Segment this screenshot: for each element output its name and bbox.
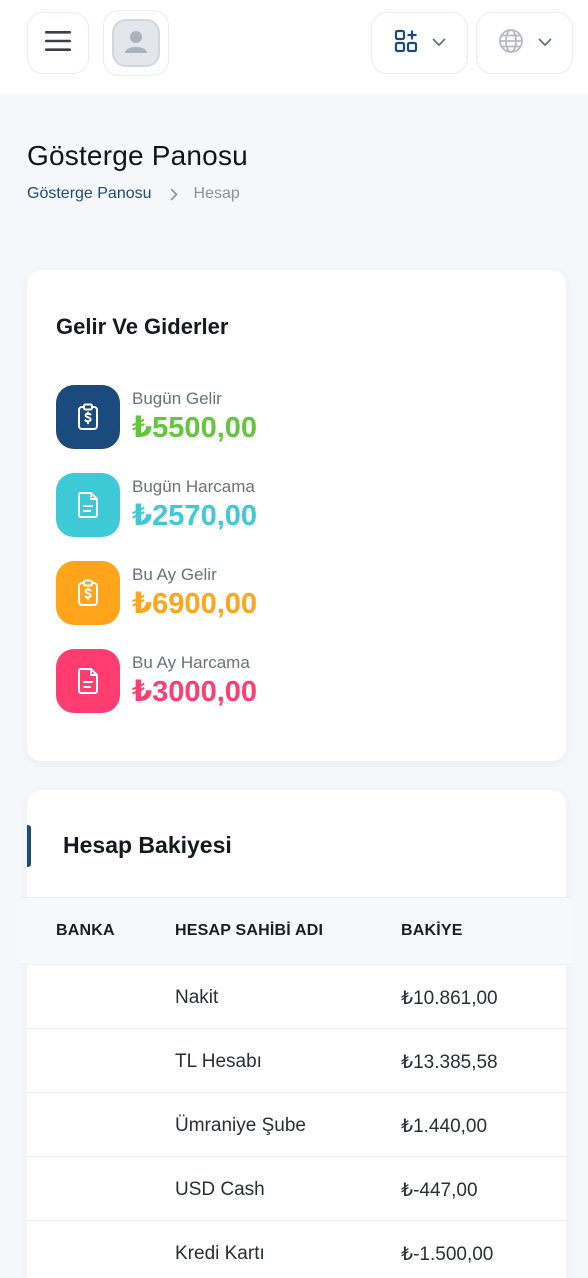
account-balance-card: Hesap Bakiyesi BANKA HESAP SAHİBİ ADI BA…	[20, 790, 573, 1278]
cell-holder: Kredi Kartı	[175, 1243, 265, 1264]
stat-label: Bugün Gelir	[132, 389, 222, 408]
user-avatar-icon	[122, 27, 150, 60]
apps-dropdown-button[interactable]	[371, 12, 468, 74]
table-row[interactable]: Nakit ₺10.861,00	[27, 965, 566, 1029]
stat-today-expense: Bugün Harcama ₺2570,00	[56, 473, 257, 537]
globe-icon	[498, 28, 524, 59]
card-title: Gelir Ve Giderler	[56, 314, 229, 339]
title-accent-bar	[27, 825, 31, 867]
cell-balance: ₺1.440,00	[401, 1116, 488, 1137]
file-document-icon	[56, 649, 120, 713]
page-title: Gösterge Panosu	[27, 140, 248, 171]
stat-label: Bu Ay Harcama	[132, 653, 250, 672]
stat-value: ₺5500,00	[132, 412, 258, 444]
file-document-icon	[56, 473, 120, 537]
stat-value: ₺6900,00	[132, 588, 258, 620]
breadcrumb-current: Hesap	[193, 185, 240, 202]
cell-holder: USD Cash	[175, 1179, 265, 1200]
income-expense-card: Gelir Ve Giderler Bugün Gelir ₺5500,00 B…	[27, 270, 566, 761]
column-header-bank: BANKA	[56, 922, 115, 939]
clipboard-dollar-icon	[56, 385, 120, 449]
column-header-holder: HESAP SAHİBİ ADI	[175, 922, 324, 939]
breadcrumb: Gösterge Panosu Hesap	[27, 185, 240, 203]
hamburger-icon	[44, 30, 72, 57]
menu-button[interactable]	[27, 12, 89, 74]
cell-balance: ₺13.385,58	[401, 1052, 498, 1073]
apps-grid-icon	[394, 29, 418, 58]
stat-month-income: Bu Ay Gelir ₺6900,00	[56, 561, 257, 625]
stat-label: Bugün Harcama	[132, 477, 255, 496]
clipboard-dollar-icon	[56, 561, 120, 625]
cell-holder: TL Hesabı	[175, 1051, 262, 1072]
chevron-down-icon	[432, 34, 446, 52]
stat-today-income: Bugün Gelir ₺5500,00	[56, 385, 257, 449]
profile-button[interactable]	[103, 10, 169, 76]
top-bar	[0, 0, 588, 94]
breadcrumb-link-dashboard[interactable]: Gösterge Panosu	[27, 185, 152, 203]
cell-balance: ₺-447,00	[401, 1180, 478, 1201]
column-header-balance: BAKİYE	[401, 922, 463, 939]
stat-label: Bu Ay Gelir	[132, 565, 217, 584]
table-row[interactable]: TL Hesabı ₺13.385,58	[27, 1029, 566, 1093]
table-row[interactable]: Kredi Kartı ₺-1.500,00	[27, 1221, 566, 1278]
stat-value: ₺3000,00	[132, 676, 258, 708]
cell-holder: Nakit	[175, 987, 219, 1008]
chevron-down-icon	[538, 34, 552, 52]
stat-month-expense: Bu Ay Harcama ₺3000,00	[56, 649, 257, 713]
cell-balance: ₺-1.500,00	[401, 1244, 494, 1265]
card-title: Hesap Bakiyesi	[63, 832, 232, 858]
cell-balance: ₺10.861,00	[401, 988, 498, 1009]
chevron-right-icon	[170, 188, 178, 201]
avatar	[112, 19, 160, 67]
stat-value: ₺2570,00	[132, 500, 258, 532]
cell-holder: Ümraniye Şube	[175, 1115, 306, 1136]
table-row[interactable]: Ümraniye Şube ₺1.440,00	[27, 1093, 566, 1157]
table-row[interactable]: USD Cash ₺-447,00	[27, 1157, 566, 1221]
language-dropdown-button[interactable]	[476, 12, 573, 74]
table-header: BANKA HESAP SAHİBİ ADI BAKİYE	[20, 897, 573, 965]
